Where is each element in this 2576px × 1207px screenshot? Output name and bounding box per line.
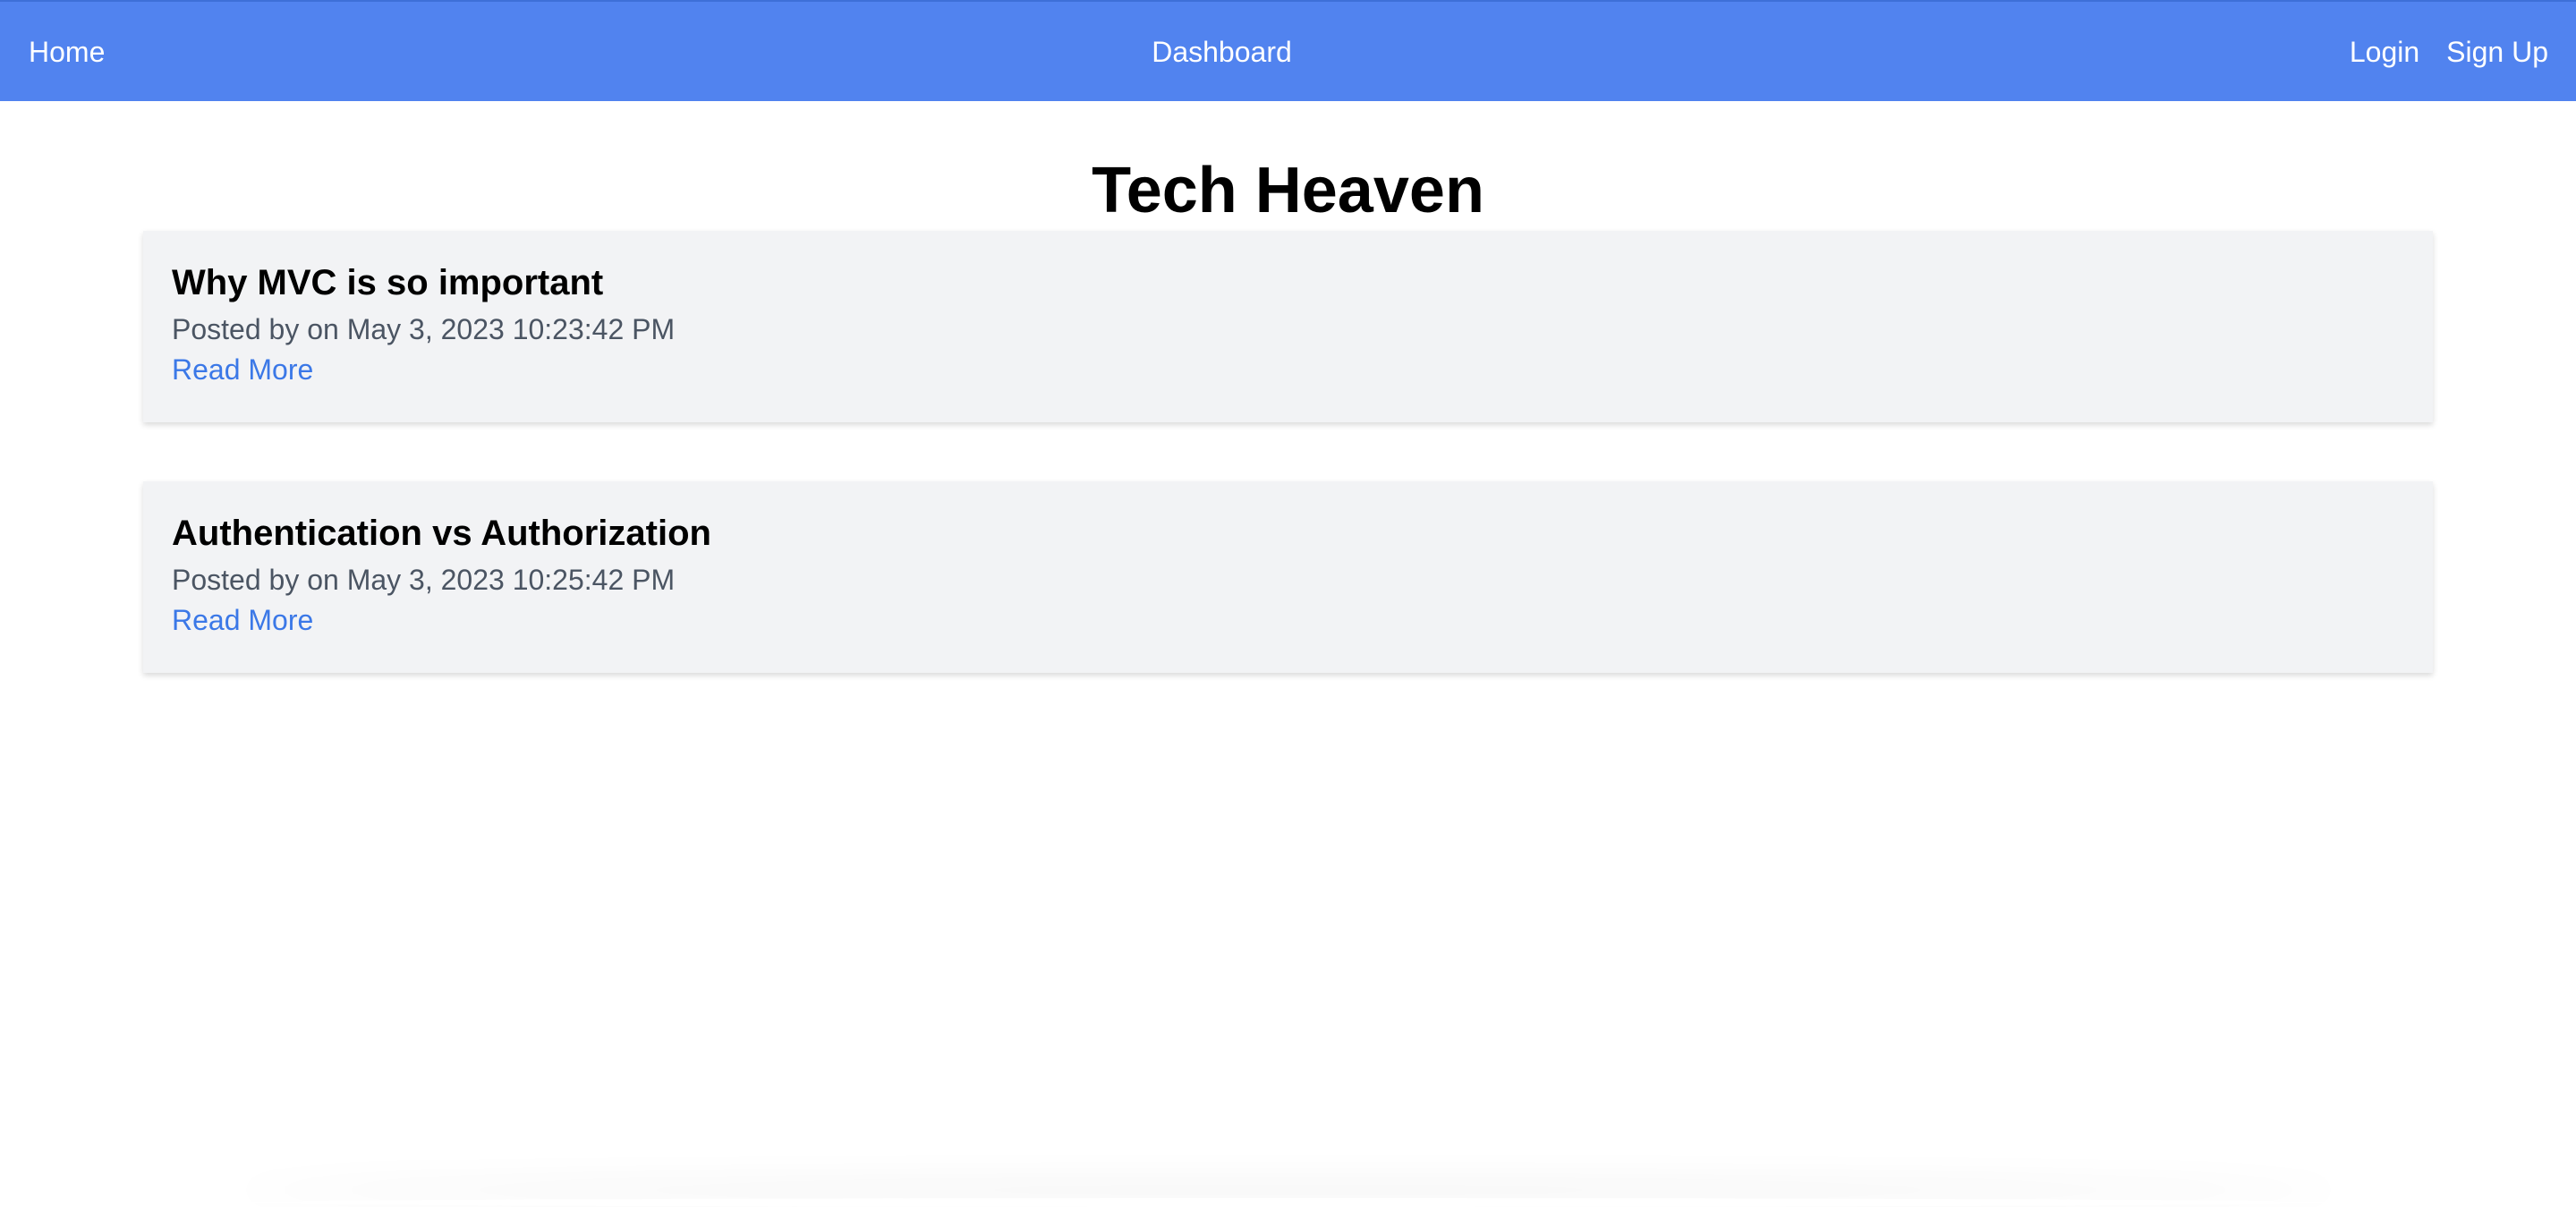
nav-auth-links: Login Sign Up bbox=[2350, 2, 2548, 103]
page-title: Tech Heaven bbox=[1092, 155, 1484, 226]
post-card: Why MVC is so important Posted by on May… bbox=[143, 231, 2433, 422]
top-navbar: Home Dashboard Login Sign Up bbox=[0, 0, 2576, 101]
read-more-link[interactable]: Read More bbox=[172, 352, 313, 389]
nav-login-link[interactable]: Login bbox=[2350, 36, 2419, 69]
nav-signup-link[interactable]: Sign Up bbox=[2446, 36, 2548, 69]
post-list: Why MVC is so important Posted by on May… bbox=[143, 231, 2433, 732]
nav-dashboard-link[interactable]: Dashboard bbox=[0, 2, 2444, 103]
read-more-link[interactable]: Read More bbox=[172, 602, 313, 640]
post-card: Authentication vs Authorization Posted b… bbox=[143, 481, 2433, 673]
post-title: Authentication vs Authorization bbox=[172, 514, 711, 553]
post-meta: Posted by on May 3, 2023 10:25:42 PM bbox=[172, 564, 676, 596]
bottom-shadow bbox=[233, 1198, 2344, 1207]
post-meta: Posted by on May 3, 2023 10:23:42 PM bbox=[172, 313, 676, 345]
post-title: Why MVC is so important bbox=[172, 263, 604, 302]
